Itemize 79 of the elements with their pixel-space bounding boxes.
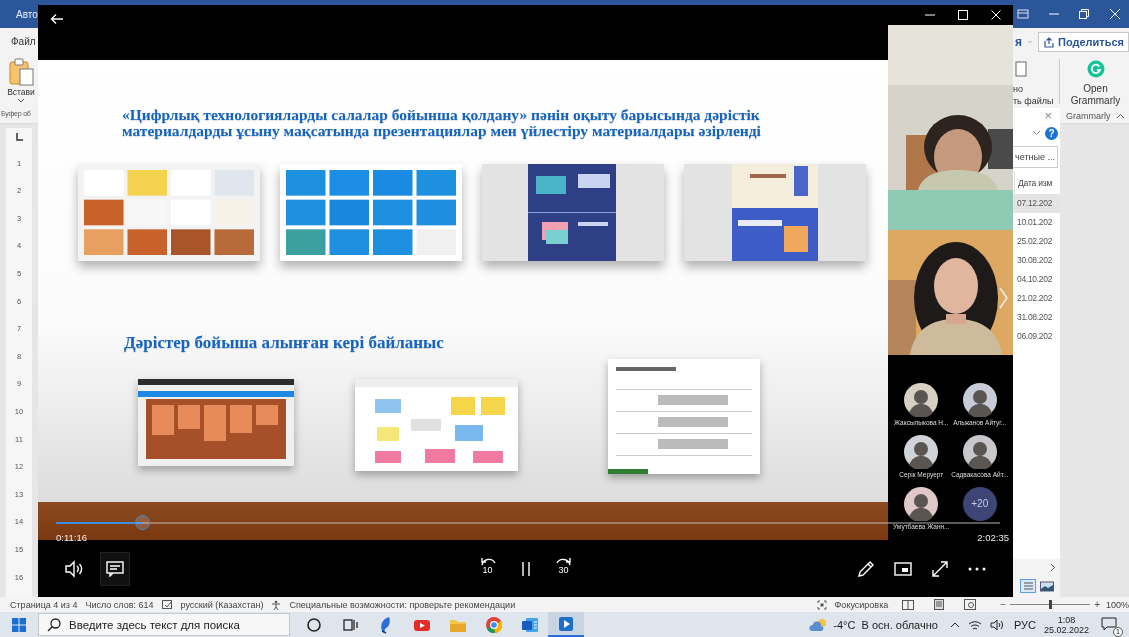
elapsed-time: 0:11:16 (56, 532, 87, 543)
date-cell[interactable]: 30.08.202 (1013, 251, 1060, 270)
paste-label: Встави (7, 87, 35, 97)
avatar-icon (904, 487, 939, 521)
seek-thumb[interactable] (134, 515, 150, 530)
date-cell[interactable]: 31.08.202 (1013, 308, 1060, 327)
group-label: Grammarly (1066, 110, 1111, 121)
layout-icon (1017, 8, 1029, 20)
thumbnail-view-icon[interactable] (1039, 580, 1054, 592)
expand-icon (931, 559, 949, 578)
slide-heading: Дәрістер бойыша алынған кері байланыс (124, 333, 445, 353)
collapse-icon[interactable] (1116, 112, 1125, 119)
grammarly-icon (1086, 60, 1105, 78)
avatar-icon (904, 383, 939, 417)
more-participants-badge[interactable]: +20 (962, 487, 997, 521)
chevron-down-icon[interactable] (1032, 130, 1041, 136)
close-button[interactable]: × (1044, 108, 1052, 124)
captions-icon (106, 560, 124, 577)
account-name: я (1015, 34, 1022, 49)
share-icon (1042, 35, 1055, 48)
date-cell[interactable]: 10.01.202 (1013, 213, 1060, 232)
close-icon[interactable] (990, 9, 1002, 21)
maximize-icon[interactable] (957, 9, 969, 21)
browser-icon (484, 614, 504, 635)
date-cell[interactable]: 04.10.202 (1013, 270, 1060, 289)
avatar-icon (962, 383, 997, 417)
date-cell[interactable]: 21.02.202 (1013, 289, 1060, 308)
date-cell[interactable]: 25.02.202 (1013, 232, 1060, 251)
accessibility-status[interactable]: Специальные возможности: проверьте рекомендации (289, 599, 516, 610)
avatar-icon (962, 435, 997, 469)
grammarly-button[interactable]: Open Grammarly (1062, 55, 1129, 108)
network-icon[interactable] (967, 618, 982, 631)
zoom-level[interactable]: 100% (1105, 599, 1129, 610)
window-title: Авто (15, 8, 38, 20)
chevron-down-icon (17, 98, 25, 104)
language[interactable]: русский (Казахстан) (180, 599, 264, 610)
zoom-in-button[interactable]: + (1094, 599, 1100, 610)
focus-icon (816, 599, 827, 610)
caret-up-icon[interactable] (949, 621, 960, 628)
notification-icon[interactable] (1101, 616, 1117, 631)
clipboard-icon (8, 58, 34, 86)
avatar-icon (904, 435, 939, 469)
rewind-button[interactable]: 10 (475, 554, 500, 583)
captions-button[interactable] (100, 551, 130, 586)
pen-icon (857, 559, 875, 578)
windows-icon (12, 617, 26, 632)
search-icon (47, 618, 61, 632)
back-arrow-icon[interactable] (50, 13, 64, 25)
zoom-thumb[interactable] (1049, 600, 1053, 609)
chevron-right-icon[interactable] (1050, 562, 1056, 572)
help-button[interactable]: ? (1045, 126, 1058, 140)
print-layout-icon[interactable] (934, 599, 945, 610)
focus-mode[interactable]: Фокусировка (834, 599, 889, 610)
slide-title: «Цифрлық технологияларды салалар бойынша қолдану» пәнін оқыту барысында дәрістік материалдарды ұсыну мақсатында презентациялар мен үйлестіру материалдары әзірленді (122, 107, 762, 139)
clock[interactable]: 1:08 25.02.2022 (1043, 614, 1089, 635)
volume-icon[interactable] (989, 618, 1004, 631)
zoom-out-button[interactable]: − (1000, 599, 1007, 610)
word-count: Число слов: 614 (85, 599, 154, 610)
web-layout-icon[interactable] (964, 599, 977, 610)
total-time: 2:02:35 (977, 532, 1009, 543)
ribbon-button[interactable]: но ть файлы (1013, 55, 1057, 108)
search-field[interactable]: Введите здесь текст для поиска (38, 613, 290, 636)
accessibility-icon (271, 599, 282, 610)
close-icon[interactable] (1108, 8, 1121, 20)
more-icon (968, 566, 986, 571)
forward-button[interactable]: 30 (551, 554, 576, 583)
page-count: Страница 4 из 4 (10, 599, 78, 610)
share-button[interactable]: Поделиться (1037, 31, 1129, 52)
date-cell[interactable]: 06.09.202 (1013, 327, 1060, 346)
pause-icon (519, 560, 532, 577)
input-language[interactable]: РУС (1013, 618, 1036, 631)
speaker-icon (64, 559, 84, 578)
picture-in-picture-icon (894, 561, 912, 576)
tab-selector-icon (14, 132, 24, 142)
proofing-icon (161, 599, 173, 610)
read-mode-icon[interactable] (902, 599, 915, 610)
weather-text[interactable]: -4°C В осн. облачно (833, 618, 938, 631)
restore-icon[interactable] (1078, 8, 1091, 20)
date-cell[interactable]: 07.12.202 (1013, 194, 1060, 213)
